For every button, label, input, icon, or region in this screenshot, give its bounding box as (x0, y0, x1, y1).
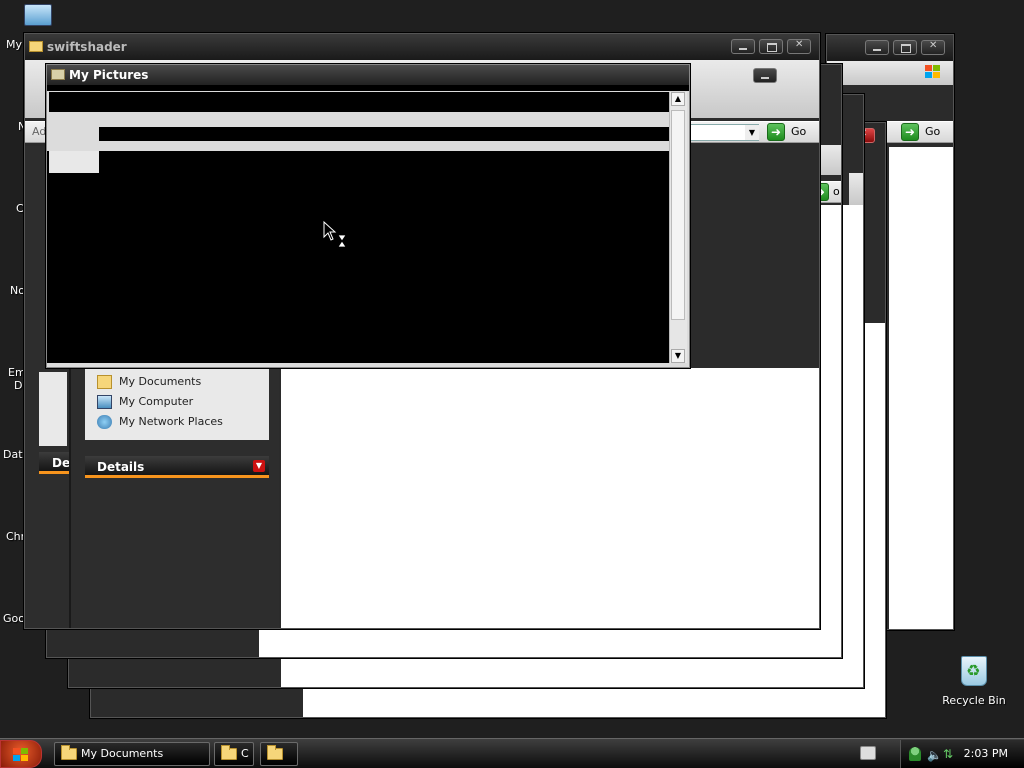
busy-cursor-icon (323, 220, 347, 248)
task-pane-partial-header: De (39, 452, 69, 474)
go-button[interactable]: ➜ Go (901, 123, 949, 141)
taskbar-button-group[interactable] (260, 742, 298, 766)
window-titlebar[interactable]: swiftshader (25, 34, 819, 60)
other-places-box: My Documents My Computer My Network Plac… (85, 368, 269, 440)
recycle-bin-icon (961, 656, 987, 686)
task-pane-partial-box (39, 372, 67, 446)
go-button[interactable]: ➜ Go (767, 123, 815, 141)
network-icon[interactable]: ⇅ (943, 747, 953, 761)
glitch-band (47, 85, 689, 91)
recycle-bin-label: Recycle Bin (942, 694, 1006, 707)
taskbar-button-c[interactable]: C (214, 742, 254, 766)
close-button[interactable] (921, 40, 945, 55)
keyboard-icon[interactable] (860, 746, 876, 760)
computer-icon (24, 4, 52, 26)
scroll-up-arrow[interactable]: ▲ (671, 92, 685, 106)
vertical-scrollbar[interactable]: ▲ ▼ (669, 92, 687, 363)
system-tray: 🔈 ⇅ 2:03 PM (900, 740, 1024, 768)
volume-icon[interactable]: 🔈 (927, 748, 942, 762)
network-places-icon (97, 415, 112, 429)
folder-icon (61, 745, 77, 760)
minimize-button[interactable] (753, 68, 777, 83)
glitch-band (99, 127, 669, 141)
my-documents-icon (97, 375, 112, 389)
taskbar: My Documents C 🔈 ⇅ 2:03 PM (0, 738, 1024, 768)
messenger-icon[interactable] (909, 747, 921, 761)
place-my-computer[interactable]: My Computer (85, 392, 269, 412)
recycle-bin-desktop-icon[interactable]: Recycle Bin (940, 656, 1008, 707)
window-titlebar[interactable]: My Pictures (47, 65, 689, 85)
selected-block (49, 151, 99, 173)
glitch-band (49, 92, 669, 112)
windows-logo-icon (13, 748, 29, 762)
pictures-folder-icon (51, 69, 65, 80)
windows-logo-icon (925, 65, 941, 79)
scroll-down-arrow[interactable]: ▼ (671, 349, 685, 363)
folder-icon (29, 41, 43, 52)
window-title: swiftshader (47, 40, 127, 54)
window-title: My Pictures (69, 68, 149, 82)
go-arrow-icon: ➜ (767, 123, 785, 141)
my-computer-icon (97, 395, 112, 409)
minimize-button[interactable] (865, 40, 889, 55)
start-button[interactable] (0, 740, 42, 768)
clock[interactable]: 2:03 PM (964, 747, 1008, 760)
maximize-button[interactable] (759, 39, 783, 54)
place-my-network-places[interactable]: My Network Places (85, 412, 269, 432)
dropdown-arrow[interactable]: ▼ (745, 125, 759, 140)
place-my-documents[interactable]: My Documents (85, 372, 269, 392)
content-area[interactable] (47, 151, 669, 363)
my-computer-desktop-icon[interactable] (22, 2, 54, 30)
go-arrow-icon: ➜ (901, 123, 919, 141)
minimize-button[interactable] (731, 39, 755, 54)
folder-icon (221, 745, 237, 760)
file-view[interactable] (281, 368, 819, 628)
details-header[interactable]: Details ▼ (85, 456, 269, 478)
close-button[interactable] (787, 39, 811, 54)
toolbar (849, 173, 863, 205)
taskbar-button-my-documents[interactable]: My Documents (54, 742, 210, 766)
my-pictures-window[interactable]: My Pictures ▲ ▼ (46, 64, 777, 368)
scroll-thumb[interactable] (671, 110, 685, 320)
folder-group-icon (267, 745, 283, 760)
file-view[interactable] (889, 147, 953, 629)
expand-chevron-icon[interactable]: ▼ (253, 460, 265, 472)
maximize-button[interactable] (893, 40, 917, 55)
